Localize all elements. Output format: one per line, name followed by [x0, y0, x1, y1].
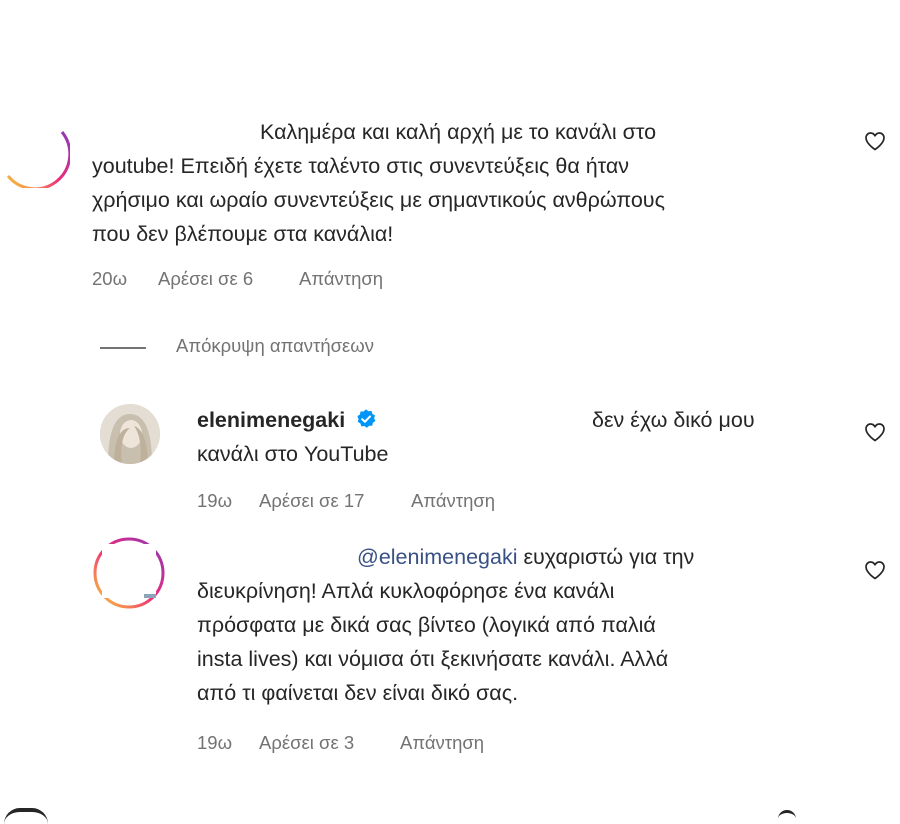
heart-outline-icon [865, 561, 885, 580]
comment-time: 19ω [197, 490, 233, 511]
like-button[interactable] [862, 558, 888, 582]
toggle-replies-button[interactable]: Απόκρυψη απαντήσεων [100, 333, 460, 361]
next-comment-edge [4, 808, 48, 824]
comment-text-line: youtube! Επειδή έχετε ταλέντο στις συνεν… [92, 154, 630, 178]
avatar-story-ring[interactable] [0, 118, 70, 188]
avatar-photo [100, 404, 160, 464]
comment-time: 20ω [92, 268, 128, 289]
reply-link[interactable]: Απάντηση [299, 268, 383, 290]
heart-outline-icon [865, 132, 885, 151]
reply-text-line: πρόσφατα με δικά σας βίντεο (λογικά από … [197, 613, 656, 637]
next-heart-edge [778, 810, 796, 821]
reply-text-line: insta lives) και νόμισα ότι ξεκινήσατε κ… [197, 647, 669, 671]
likes-count-link[interactable]: Αρέσει σε 3 [259, 732, 354, 754]
reply-text-line: ευχαριστώ για την [523, 545, 695, 569]
comment-meta: 19ω Αρέσει σε 17 Απάντηση [197, 490, 597, 514]
avatar[interactable] [100, 404, 160, 464]
heart-outline-icon [865, 423, 885, 442]
divider-line [100, 347, 146, 349]
like-button[interactable] [862, 129, 888, 153]
comment-text-line: Καλημέρα και καλή αρχή με το κανάλι στο [260, 120, 657, 144]
comment-text-line: χρήσιμο και ωραίο συνεντεύξεις με σημαντ… [92, 188, 665, 212]
verified-badge-icon [355, 406, 377, 440]
comment-meta: 19ω Αρέσει σε 3 Απάντηση [197, 732, 597, 756]
reply-text-line: δεν έχω δικό μου [592, 408, 755, 432]
comment-meta: 20ω Αρέσει σε 6 Απάντηση [92, 268, 492, 292]
comment-text: Καλημέρα και καλή αρχή με το κανάλι στο … [92, 115, 832, 251]
likes-count-link[interactable]: Αρέσει σε 17 [259, 490, 364, 512]
comment-text-line: που δεν βλέπουμε στα κανάλια! [92, 222, 394, 246]
like-button[interactable] [862, 420, 888, 444]
reply-text: elenimenegaki δεν έχω δικό μου κανάλι στ… [197, 403, 837, 471]
likes-count-link[interactable]: Αρέσει σε 6 [158, 268, 253, 290]
avatar-story-ring[interactable] [92, 536, 166, 610]
username-link[interactable]: elenimenegaki [197, 408, 345, 432]
reply-text: @elenimenegaki ευχαριστώ για την διευκρί… [197, 540, 837, 710]
reply-link[interactable]: Απάντηση [400, 732, 484, 754]
toggle-replies-label: Απόκρυψη απαντήσεων [176, 335, 374, 356]
reply-text-line: διευκρίνηση! Απλά κυκλοφόρησε ένα κανάλι [197, 579, 615, 603]
reply-text-line: από τι φαίνεται δεν είναι δικό σας. [197, 681, 519, 705]
mention-link[interactable]: @elenimenegaki [357, 545, 517, 569]
reply-link[interactable]: Απάντηση [411, 490, 495, 512]
reply-text-line: κανάλι στο YouTube [197, 442, 389, 466]
comment-time: 19ω [197, 732, 233, 753]
